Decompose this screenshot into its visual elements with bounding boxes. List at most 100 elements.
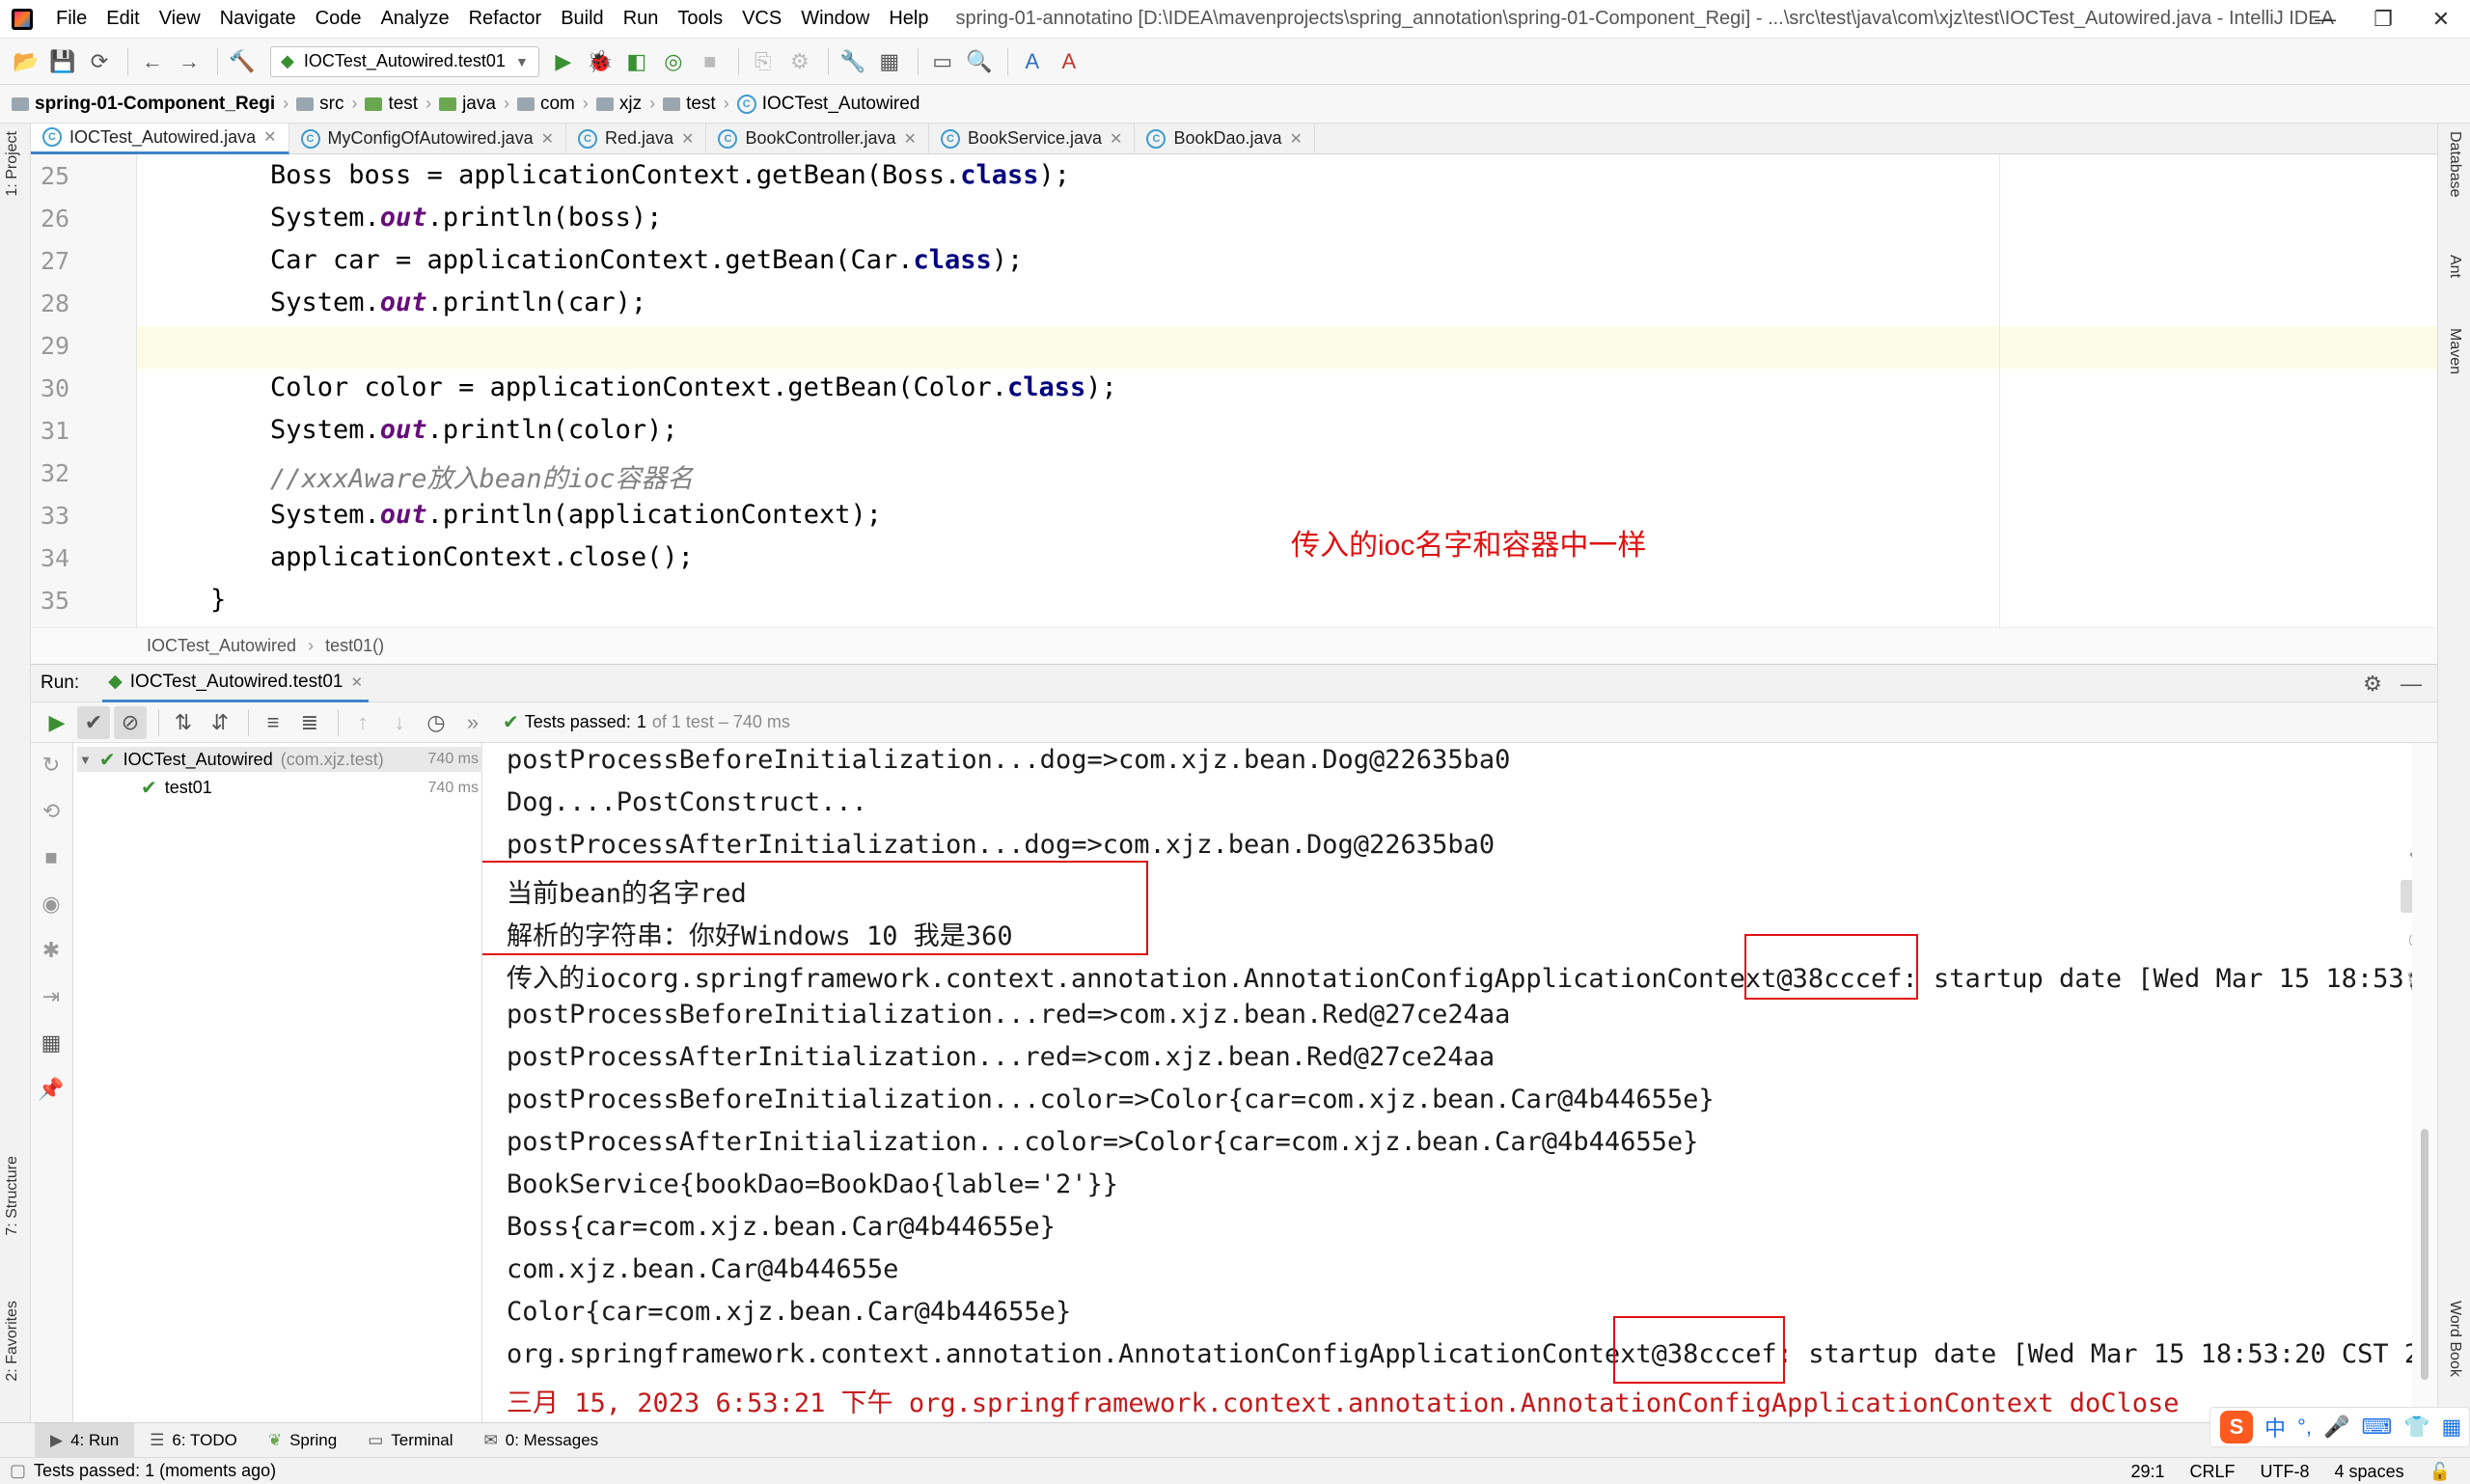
editor-breadcrumb-class[interactable]: IOCTest_Autowired: [147, 636, 296, 656]
console-scrollbar[interactable]: [2412, 743, 2437, 1422]
expand-chevron-icon[interactable]: ▼: [79, 753, 92, 767]
next-test-icon[interactable]: ↓: [383, 706, 416, 739]
test-results-tree[interactable]: ▼ ✔ IOCTest_Autowired (com.xjz.test) 740…: [73, 743, 482, 1422]
deploy-icon[interactable]: ⚙: [783, 45, 816, 78]
menu-window[interactable]: Window: [791, 8, 879, 30]
sync-icon[interactable]: ⟳: [83, 45, 116, 78]
expand-all-icon[interactable]: ≡: [257, 706, 289, 739]
debug-bug-icon[interactable]: 🐞: [584, 45, 617, 78]
tree-node-test[interactable]: ✔ test01 740 ms: [141, 776, 482, 800]
collapse-all-icon[interactable]: ≣: [293, 706, 326, 739]
breadcrumb-project[interactable]: spring-01-Component_Regi: [12, 94, 275, 115]
menu-run[interactable]: Run: [614, 8, 669, 30]
breadcrumb-test-package[interactable]: test: [663, 94, 716, 115]
stop-icon[interactable]: ■: [35, 841, 68, 874]
close-window-button[interactable]: ✕: [2412, 0, 2470, 39]
minimize-button[interactable]: —: [2296, 0, 2354, 39]
close-icon[interactable]: ✕: [681, 129, 694, 149]
tab-bookcontroller[interactable]: C BookController.java ✕: [706, 123, 929, 154]
maximize-button[interactable]: ❐: [2354, 0, 2412, 39]
tree-node-suite[interactable]: ▼ ✔ IOCTest_Autowired (com.xjz.test) 740…: [77, 747, 482, 772]
breadcrumb-class[interactable]: C IOCTest_Autowired: [736, 94, 919, 115]
forward-arrow-icon[interactable]: →: [173, 45, 206, 78]
ime-language[interactable]: 中: [2264, 1412, 2286, 1443]
lock-icon[interactable]: 🔓: [2429, 1462, 2451, 1482]
tab-bookservice[interactable]: C BookService.java ✕: [929, 123, 1136, 154]
tool-tab-terminal[interactable]: ▭ Terminal: [352, 1423, 468, 1458]
ime-microphone-icon[interactable]: 🎤: [2323, 1415, 2349, 1440]
open-folder-icon[interactable]: 📂: [10, 45, 42, 78]
profile-icon[interactable]: ◎: [657, 45, 690, 78]
run-tab[interactable]: ◆ IOCTest_Autowired.test01 ✕: [102, 664, 370, 702]
search-icon[interactable]: 🔍: [963, 45, 996, 78]
close-icon[interactable]: ✕: [1110, 129, 1122, 149]
terminal-window-icon[interactable]: ▭: [926, 45, 959, 78]
close-icon[interactable]: ✕: [350, 673, 363, 691]
breadcrumb-com[interactable]: com: [516, 94, 575, 115]
menu-edit[interactable]: Edit: [96, 8, 149, 30]
ime-keyboard-icon[interactable]: ⌨: [2361, 1415, 2392, 1440]
save-all-icon[interactable]: 💾: [46, 45, 79, 78]
translate-icon[interactable]: A: [1016, 45, 1049, 78]
tab-bookdao[interactable]: C BookDao.java ✕: [1135, 123, 1315, 154]
menu-refactor[interactable]: Refactor: [459, 8, 552, 30]
tab-red[interactable]: C Red.java ✕: [566, 123, 707, 154]
close-icon[interactable]: ✕: [263, 127, 276, 147]
rerun-failed-icon[interactable]: ↻: [35, 749, 68, 782]
tool-tab-run[interactable]: ▶ 4: Run: [35, 1422, 135, 1458]
show-ignored-icon[interactable]: ⊘: [114, 705, 147, 739]
close-icon[interactable]: ✕: [541, 129, 554, 149]
gear-icon[interactable]: ⚙: [2356, 668, 2389, 701]
attach-icon[interactable]: ⎘: [747, 45, 780, 78]
menu-vcs[interactable]: VCS: [732, 8, 791, 30]
import-icon[interactable]: ⇥: [35, 980, 68, 1013]
breadcrumb-src[interactable]: src: [296, 94, 343, 115]
translate-replace-icon[interactable]: A: [1053, 45, 1085, 78]
back-arrow-icon[interactable]: ←: [136, 45, 169, 78]
project-tool-button[interactable]: 1: Project: [4, 131, 21, 197]
maven-tool-button[interactable]: Maven: [2446, 328, 2463, 374]
scrollbar-thumb[interactable]: [2421, 1129, 2429, 1380]
camera-icon[interactable]: ◉: [35, 888, 68, 921]
more-chevron-icon[interactable]: »: [456, 706, 489, 739]
hide-panel-icon[interactable]: —: [2395, 668, 2428, 701]
close-icon[interactable]: ✕: [1290, 129, 1303, 149]
line-separator[interactable]: CRLF: [2190, 1462, 2236, 1482]
code-editor[interactable]: 25 26 27 28 29 30 31 32 33 34 35 Boss bo…: [31, 154, 2437, 627]
file-encoding[interactable]: UTF-8: [2261, 1462, 2310, 1482]
menu-help[interactable]: Help: [879, 8, 938, 30]
database-tool-button[interactable]: Database: [2446, 131, 2463, 198]
tab-myconfigofautowired[interactable]: C MyConfigOfAutowired.java ✕: [289, 123, 566, 154]
editor-breadcrumb-method[interactable]: test01(): [325, 636, 384, 656]
wrench-settings-icon[interactable]: 🔧: [837, 45, 869, 78]
ant-tool-button[interactable]: Ant: [2446, 255, 2463, 278]
indent-setting[interactable]: 4 spaces: [2335, 1462, 2404, 1482]
history-clock-icon[interactable]: ◷: [420, 706, 453, 739]
menu-analyze[interactable]: Analyze: [370, 8, 458, 30]
rerun-icon[interactable]: ▶: [41, 706, 73, 739]
tool-tab-todo[interactable]: ☰ 6: TODO: [134, 1423, 253, 1458]
sort-duration-icon[interactable]: ⇵: [204, 706, 236, 739]
breadcrumb-java[interactable]: java: [439, 94, 496, 115]
export-icon[interactable]: ✱: [35, 934, 68, 967]
previous-test-icon[interactable]: ↑: [346, 706, 379, 739]
menu-file[interactable]: File: [46, 8, 96, 30]
favorites-tool-button[interactable]: 2: Favorites: [4, 1301, 21, 1382]
status-window-icon[interactable]: ▢: [10, 1461, 26, 1481]
tool-tab-messages[interactable]: ✉ 0: Messages: [469, 1423, 615, 1458]
toggle-auto-test-icon[interactable]: ⟲: [35, 795, 68, 828]
coverage-icon[interactable]: ◧: [620, 45, 653, 78]
stop-icon[interactable]: ■: [694, 45, 727, 78]
wordbook-tool-button[interactable]: Word Book: [2446, 1301, 2463, 1377]
ime-skin-icon[interactable]: 👕: [2403, 1415, 2429, 1440]
breadcrumb-test[interactable]: test: [365, 94, 418, 115]
sort-alpha-icon[interactable]: ⇅: [167, 706, 200, 739]
menu-navigate[interactable]: Navigate: [210, 8, 306, 30]
show-passed-icon[interactable]: ✔: [77, 705, 110, 739]
caret-position[interactable]: 29:1: [2130, 1462, 2164, 1482]
close-icon[interactable]: ✕: [904, 129, 917, 149]
menu-code[interactable]: Code: [306, 8, 371, 30]
ime-toolbox-icon[interactable]: ▦: [2442, 1415, 2462, 1440]
layout-icon[interactable]: ▦: [35, 1027, 68, 1059]
ime-punctuation-icon[interactable]: °,: [2297, 1415, 2312, 1440]
